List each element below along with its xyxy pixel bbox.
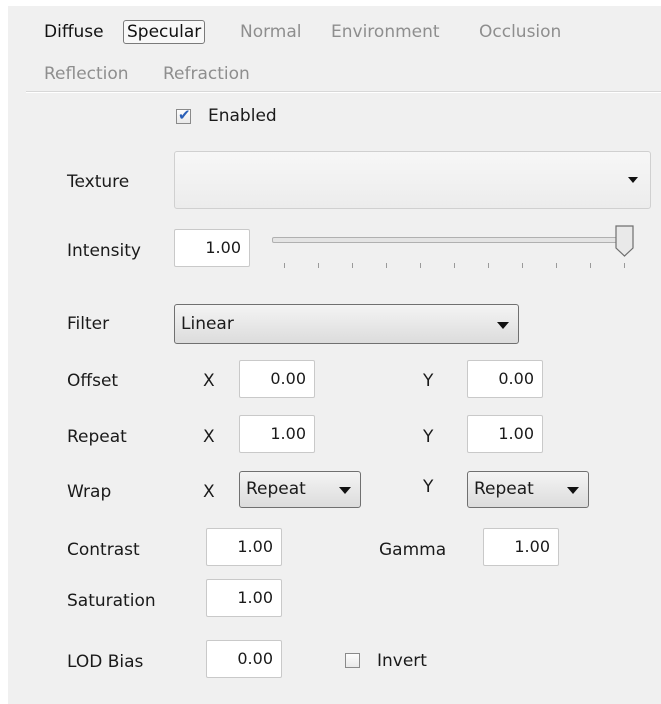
tab-occlusion[interactable]: Occlusion <box>479 20 561 44</box>
slider-thumb[interactable] <box>614 224 636 258</box>
intensity-input[interactable]: 1.00 <box>174 229 250 267</box>
intensity-label: Intensity <box>67 241 141 261</box>
lod-bias-label: LOD Bias <box>67 652 144 672</box>
enabled-label: Enabled <box>208 106 277 126</box>
wrap-y-dropdown[interactable]: Repeat <box>467 471 589 508</box>
invert-checkbox[interactable] <box>345 653 360 668</box>
chevron-down-icon <box>567 487 579 494</box>
saturation-label: Saturation <box>67 591 156 611</box>
tab-specular[interactable]: Specular <box>123 20 206 44</box>
contrast-label: Contrast <box>67 540 140 560</box>
filter-label: Filter <box>67 314 110 334</box>
gamma-input[interactable]: 1.00 <box>483 528 559 566</box>
wrap-x-label: X <box>203 482 215 502</box>
filter-value: Linear <box>181 314 234 334</box>
wrap-label: Wrap <box>67 482 112 502</box>
tab-normal[interactable]: Normal <box>240 20 302 44</box>
wrap-y-label: Y <box>423 477 434 497</box>
tab-refraction[interactable]: Refraction <box>163 62 250 86</box>
checkmark-icon: ✔ <box>178 106 191 124</box>
repeat-y-label: Y <box>423 427 434 447</box>
slider-track <box>272 237 632 243</box>
offset-y-input[interactable]: 0.00 <box>467 360 543 398</box>
saturation-input[interactable]: 1.00 <box>206 579 282 617</box>
contrast-input[interactable]: 1.00 <box>206 528 282 566</box>
repeat-label: Repeat <box>67 427 127 447</box>
texture-label: Texture <box>67 172 130 192</box>
wrap-x-value: Repeat <box>246 479 306 499</box>
wrap-y-value: Repeat <box>474 479 534 499</box>
enabled-checkbox[interactable]: ✔ <box>176 106 191 124</box>
lod-bias-input[interactable]: 0.00 <box>206 640 282 678</box>
repeat-x-input[interactable]: 1.00 <box>239 415 315 453</box>
chevron-down-icon <box>339 487 351 494</box>
offset-y-label: Y <box>423 371 434 391</box>
offset-x-input[interactable]: 0.00 <box>239 360 315 398</box>
chevron-down-icon <box>628 177 638 183</box>
repeat-x-label: X <box>203 427 215 447</box>
offset-label: Offset <box>67 371 119 391</box>
gamma-label: Gamma <box>379 540 447 560</box>
invert-label: Invert <box>377 651 427 671</box>
texture-dropdown[interactable] <box>174 151 651 209</box>
tab-separator <box>26 91 661 93</box>
filter-dropdown[interactable]: Linear <box>174 304 519 344</box>
chevron-down-icon <box>497 322 509 329</box>
repeat-y-input[interactable]: 1.00 <box>467 415 543 453</box>
wrap-x-dropdown[interactable]: Repeat <box>239 471 361 508</box>
tab-diffuse[interactable]: Diffuse <box>44 20 104 44</box>
tab-reflection[interactable]: Reflection <box>44 62 129 86</box>
tab-environment[interactable]: Environment <box>331 20 440 44</box>
offset-x-label: X <box>203 371 215 391</box>
